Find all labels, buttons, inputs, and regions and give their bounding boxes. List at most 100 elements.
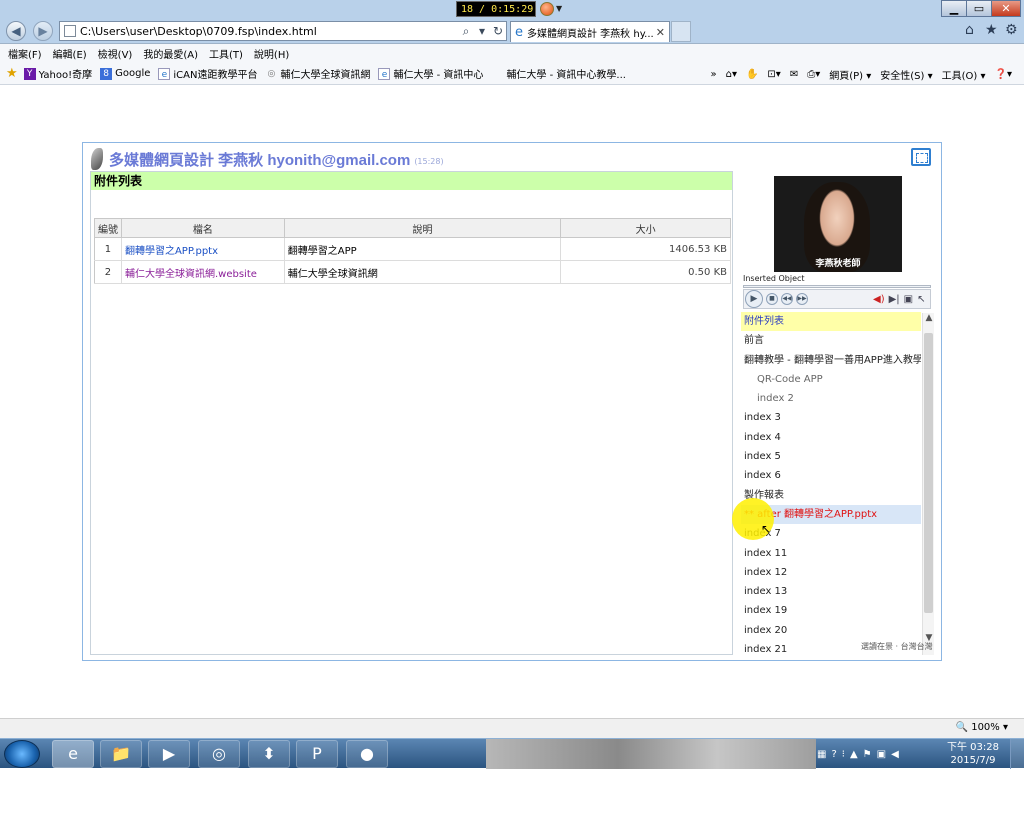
- menu-edit[interactable]: 編輯(E): [53, 46, 87, 61]
- toc-item[interactable]: index 13: [741, 582, 921, 601]
- video-caption: 李燕秋老師: [815, 259, 861, 269]
- back-button[interactable]: ◀: [6, 21, 26, 41]
- address-url[interactable]: C:\Users\user\Desktop\0709.fsp\index.htm…: [80, 25, 458, 38]
- minimize-button[interactable]: ▁: [941, 0, 967, 17]
- help-tray-icon[interactable]: ?: [831, 749, 836, 760]
- attachment-link[interactable]: 翻轉學習之APP.pptx: [125, 246, 218, 257]
- search-icon[interactable]: ⌕: [458, 24, 474, 39]
- fav-item[interactable]: 輔仁大學 - 資訊中心教學...: [491, 66, 626, 81]
- network-icon[interactable]: ▦: [817, 749, 826, 760]
- menu-tools[interactable]: 工具(T): [209, 46, 243, 61]
- menu-safety[interactable]: 安全性(S) ▾: [880, 67, 932, 82]
- play-icon[interactable]: ▶: [745, 290, 763, 308]
- toc-item[interactable]: 前言: [741, 331, 921, 350]
- dropdown-icon[interactable]: ▾: [474, 24, 490, 38]
- fav-item[interactable]: Y Yahoo!奇摩: [23, 66, 92, 81]
- gear-icon[interactable]: ⚙: [1005, 22, 1018, 38]
- attachment-link[interactable]: 輔仁大學全球資訊網.website: [125, 269, 257, 280]
- volume-tray-icon[interactable]: ◀: [891, 749, 899, 760]
- next-icon[interactable]: ▶|: [889, 294, 900, 305]
- column-header[interactable]: 檔名: [120, 218, 285, 238]
- toc-item[interactable]: 翻轉教學 - 翻轉學習一善用APP進入教學: [741, 351, 921, 370]
- record-icon[interactable]: [540, 2, 554, 16]
- toc-item[interactable]: index 20: [741, 621, 921, 640]
- video-player[interactable]: 李燕秋老師: [774, 176, 902, 272]
- toc-item[interactable]: 附件列表: [741, 312, 921, 332]
- favorites-star-icon[interactable]: ★: [6, 66, 18, 81]
- taskbar-recorder-icon[interactable]: ●: [346, 740, 388, 768]
- toc-item[interactable]: index 3: [741, 408, 921, 427]
- attachment-size: 0.50 KB: [560, 260, 731, 284]
- screen-icon[interactable]: ▣: [904, 294, 913, 305]
- flag-icon[interactable]: ⚑: [863, 749, 872, 760]
- toc-item[interactable]: index 4: [741, 428, 921, 447]
- fav-item[interactable]: e iCAN遠距教學平台: [158, 66, 257, 81]
- menu-page[interactable]: 網頁(P) ▾: [829, 67, 871, 82]
- menu-tools-cmd[interactable]: 工具(O) ▾: [942, 67, 986, 82]
- toc-list: 附件列表 前言 翻轉教學 - 翻轉學習一善用APP進入教學 QR-Code APP in…: [741, 312, 921, 657]
- favorites-star-icon[interactable]: ★: [985, 22, 998, 38]
- page-time: (15:28): [414, 157, 444, 166]
- fav-item[interactable]: e 輔仁大學 - 資訊中心: [378, 66, 483, 81]
- toc-item[interactable]: index 12: [741, 563, 921, 582]
- home-icon[interactable]: ⌂: [965, 22, 974, 38]
- menu-file[interactable]: 檔案(F): [8, 46, 42, 61]
- menu-help[interactable]: 說明(H): [254, 46, 289, 61]
- column-header[interactable]: 說明: [283, 218, 562, 238]
- tab-active[interactable]: e 多媒體網頁設計 李燕秋 hy... ✕: [510, 21, 670, 42]
- toc-scrollbar[interactable]: ▲ ▼: [922, 313, 934, 655]
- column-header[interactable]: 大小: [560, 218, 731, 238]
- hand-icon[interactable]: ✋: [746, 69, 758, 80]
- toc-item[interactable]: index 19: [741, 601, 921, 620]
- toc-item[interactable]: QR-Code APP: [741, 370, 921, 389]
- toc-item[interactable]: index 6: [741, 466, 921, 485]
- home-icon[interactable]: ⌂▾: [726, 69, 737, 80]
- toc-item[interactable]: index 5: [741, 447, 921, 466]
- fullscreen-icon[interactable]: [911, 148, 931, 166]
- close-window-button[interactable]: ✕: [991, 0, 1021, 17]
- close-tab-icon[interactable]: ✕: [656, 26, 665, 39]
- taskbar-ie-icon[interactable]: e: [52, 740, 94, 768]
- new-tab-button[interactable]: [671, 21, 691, 42]
- forward-button[interactable]: ▶: [33, 21, 53, 41]
- help-icon[interactable]: ❓▾: [995, 69, 1012, 80]
- taskbar-folder-icon[interactable]: 📁: [100, 740, 142, 768]
- start-button[interactable]: [4, 740, 40, 768]
- refresh-icon[interactable]: ↻: [490, 24, 506, 38]
- display-icon[interactable]: ▣: [877, 749, 886, 760]
- pointer-icon[interactable]: ↖: [917, 294, 925, 305]
- toc-item[interactable]: index 2: [741, 389, 921, 408]
- seek-bar[interactable]: [743, 285, 931, 288]
- fav-item[interactable]: ◎ 輔仁大學全球資訊網: [265, 66, 371, 82]
- clock[interactable]: 下午 03:28 2015/7/9: [946, 741, 1000, 767]
- page-icon: [64, 25, 76, 37]
- menu-bar: 檔案(F) 編輯(E) 檢視(V) 我的最愛(A) 工具(T) 說明(H): [0, 44, 1024, 63]
- toc-item[interactable]: 製作報表: [741, 486, 921, 505]
- maximize-button[interactable]: ▭: [966, 0, 992, 17]
- fast-forward-icon[interactable]: ▶▶: [796, 293, 808, 305]
- show-hidden-icon[interactable]: ▲: [850, 749, 858, 760]
- column-header[interactable]: 編號: [94, 218, 122, 238]
- toc-item[interactable]: index 11: [741, 544, 921, 563]
- scroll-up-icon[interactable]: ▲: [923, 313, 935, 327]
- taskbar-app-icon[interactable]: ⬍: [248, 740, 290, 768]
- menu-view[interactable]: 檢視(V): [98, 46, 133, 61]
- print-icon[interactable]: ⎙▾: [807, 69, 820, 80]
- show-desktop-button[interactable]: [1010, 739, 1024, 769]
- taskbar-media-icon[interactable]: ▶: [148, 740, 190, 768]
- volume-icon[interactable]: ◀): [873, 294, 885, 305]
- fav-item[interactable]: 8 Google: [100, 67, 150, 80]
- zoom-level[interactable]: 🔍 100% ▾: [956, 722, 1008, 733]
- taskbar-chrome-icon[interactable]: ◎: [198, 740, 240, 768]
- menu-favorites[interactable]: 我的最愛(A): [143, 46, 198, 61]
- address-bar[interactable]: C:\Users\user\Desktop\0709.fsp\index.htm…: [59, 21, 507, 41]
- rewind-icon[interactable]: ◀◀: [781, 293, 793, 305]
- record-dropdown-icon[interactable]: ▼: [556, 2, 568, 16]
- stop-icon[interactable]: ■: [766, 293, 778, 305]
- tray-icon[interactable]: ⁝: [842, 749, 845, 760]
- mail-icon[interactable]: ✉: [790, 69, 798, 80]
- rss-icon[interactable]: ⊡▾: [767, 69, 780, 80]
- taskbar-powerpoint-icon[interactable]: P: [296, 740, 338, 768]
- chevron-more-icon[interactable]: »: [710, 69, 716, 80]
- scroll-thumb[interactable]: [924, 333, 933, 613]
